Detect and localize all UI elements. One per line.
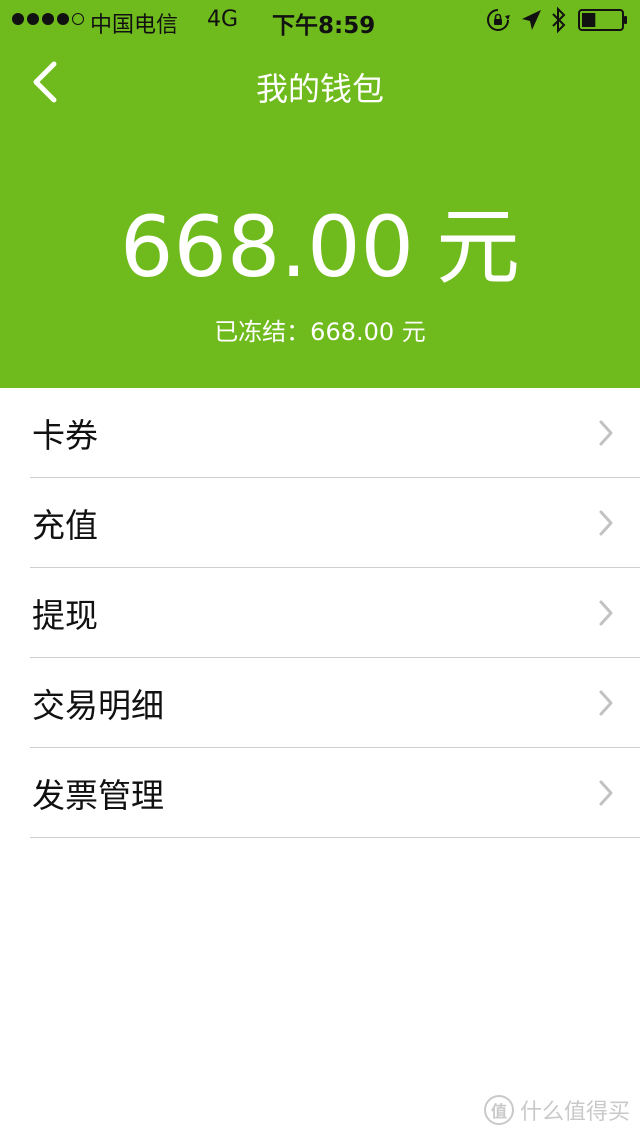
menu-item-withdraw[interactable]: 提现 bbox=[0, 568, 640, 658]
status-bar: 中国电信 4G 下午8:59 bbox=[0, 0, 640, 40]
watermark: 值 什么值得买 bbox=[483, 1094, 630, 1126]
chevron-right-icon bbox=[599, 510, 613, 536]
menu-item-label: 提现 bbox=[32, 596, 98, 635]
frozen-amount: 已冻结：668.00 元 bbox=[214, 318, 426, 346]
carrier-name: 中国电信 bbox=[90, 13, 179, 38]
signal-strength-icon bbox=[12, 13, 84, 25]
menu-item-label: 卡券 bbox=[32, 416, 98, 455]
page-title: 我的钱包 bbox=[255, 70, 384, 108]
battery-icon bbox=[578, 9, 627, 31]
network-type: 4G bbox=[207, 7, 239, 32]
rotation-lock-icon bbox=[487, 9, 510, 31]
chevron-right-icon bbox=[599, 780, 613, 806]
balance-unit: 元 bbox=[435, 198, 520, 296]
watermark-text: 什么值得买 bbox=[519, 1100, 630, 1125]
menu-item-invoices[interactable]: 发票管理 bbox=[0, 748, 640, 838]
wallet-header: 中国电信 4G 下午8:59 我的钱包 668.00 元 已冻结：668.00 元 bbox=[0, 0, 640, 388]
menu-item-label: 交易明细 bbox=[32, 686, 164, 725]
chevron-right-icon bbox=[599, 690, 613, 716]
balance-display: 668.00 元 bbox=[0, 180, 640, 301]
menu-item-transactions[interactable]: 交易明细 bbox=[0, 658, 640, 748]
chevron-right-icon bbox=[599, 420, 613, 446]
balance-amount: 668.00 bbox=[120, 198, 414, 296]
wallet-menu: 卡券 充值 提现 交易明细 发票管理 bbox=[0, 388, 640, 838]
menu-item-label: 发票管理 bbox=[32, 776, 164, 815]
menu-item-recharge[interactable]: 充值 bbox=[0, 478, 640, 568]
watermark-logo: 值 bbox=[483, 1095, 514, 1125]
location-arrow-icon bbox=[522, 10, 541, 30]
status-time: 下午8:59 bbox=[272, 13, 376, 39]
bluetooth-icon bbox=[552, 6, 566, 34]
chevron-right-icon bbox=[599, 600, 613, 626]
menu-item-coupons[interactable]: 卡券 bbox=[0, 388, 640, 478]
menu-item-label: 充值 bbox=[32, 506, 98, 545]
